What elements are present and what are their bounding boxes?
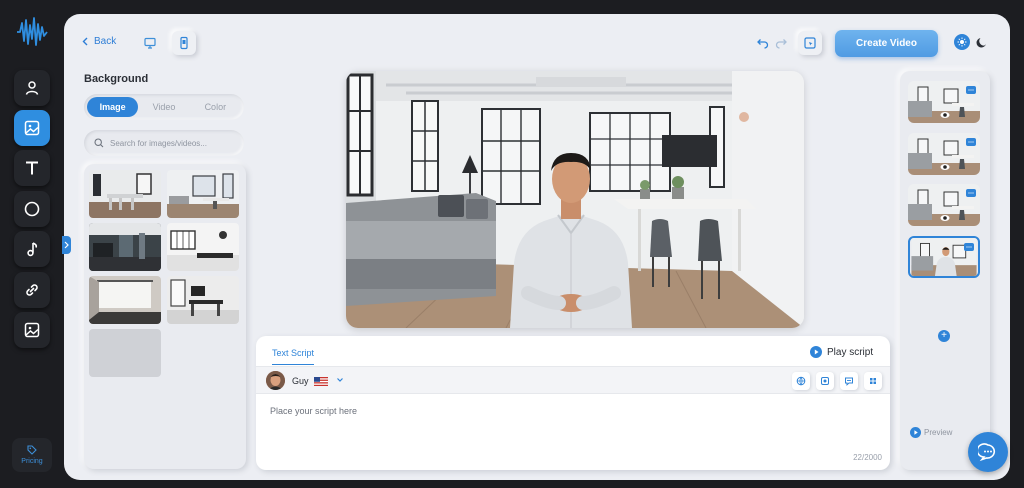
tab-color[interactable]: Color bbox=[190, 97, 241, 117]
phone-icon bbox=[180, 36, 188, 50]
preview-label: Preview bbox=[924, 428, 953, 437]
redo-icon bbox=[775, 39, 787, 49]
tab-text-script[interactable]: Text Script bbox=[272, 348, 315, 365]
avatar-tool-button[interactable] bbox=[14, 70, 50, 106]
settings-icon bbox=[821, 377, 829, 385]
circle-icon bbox=[24, 201, 40, 217]
image-icon bbox=[24, 120, 40, 136]
top-bar: Back Create Video bbox=[64, 14, 1010, 70]
shape-tool-button[interactable] bbox=[14, 191, 50, 227]
subtitles-button[interactable] bbox=[840, 372, 858, 390]
theme-toggle[interactable] bbox=[954, 34, 988, 50]
mobile-view-button[interactable] bbox=[172, 31, 196, 55]
create-video-button[interactable]: Create Video bbox=[835, 30, 938, 57]
eye-icon[interactable] bbox=[940, 163, 950, 171]
scenes-panel: + Preview bbox=[900, 71, 990, 470]
background-thumbnail[interactable] bbox=[89, 223, 161, 271]
scene-menu-icon[interactable] bbox=[966, 189, 976, 197]
scene-thumbnail-1[interactable] bbox=[908, 81, 980, 123]
eye-icon[interactable] bbox=[940, 214, 950, 222]
voice-settings-button[interactable] bbox=[816, 372, 834, 390]
chevron-left-icon bbox=[82, 37, 88, 46]
text-tool-button[interactable] bbox=[14, 150, 50, 186]
background-thumbnail[interactable] bbox=[167, 170, 239, 218]
desktop-view-button[interactable] bbox=[138, 31, 162, 55]
play-icon bbox=[810, 346, 822, 358]
add-scene-button[interactable]: + bbox=[938, 330, 950, 342]
grid-icon bbox=[870, 378, 876, 384]
logo-icon bbox=[17, 17, 48, 46]
media-tool-button[interactable] bbox=[14, 312, 50, 348]
eye-icon[interactable] bbox=[940, 111, 950, 119]
scene-menu-icon[interactable] bbox=[966, 138, 976, 146]
character-counter: 22/2000 bbox=[853, 453, 882, 462]
background-gallery bbox=[84, 164, 246, 469]
background-thumbnail[interactable] bbox=[89, 276, 161, 324]
background-thumbnail[interactable] bbox=[167, 276, 239, 324]
presenter-avatar bbox=[510, 153, 632, 328]
scene-menu-icon[interactable] bbox=[966, 86, 976, 94]
link-icon bbox=[26, 284, 38, 296]
picture-icon bbox=[24, 322, 40, 338]
left-rail: Pricing bbox=[0, 0, 64, 488]
tag-icon bbox=[27, 445, 37, 455]
panel-collapse-handle[interactable] bbox=[62, 236, 71, 254]
background-thumbnail[interactable] bbox=[167, 223, 239, 271]
back-button[interactable]: Back bbox=[82, 36, 116, 47]
globe-icon bbox=[796, 376, 806, 386]
text-icon bbox=[26, 161, 38, 175]
search-box bbox=[84, 130, 244, 156]
music-tool-button[interactable] bbox=[14, 231, 50, 267]
background-thumbnail-placeholder bbox=[89, 329, 161, 377]
script-textarea[interactable] bbox=[270, 406, 870, 452]
music-note-icon bbox=[27, 242, 38, 257]
voice-avatar[interactable] bbox=[266, 371, 285, 390]
search-input[interactable] bbox=[110, 138, 230, 148]
preview-screen-button[interactable] bbox=[798, 31, 822, 55]
link-tool-button[interactable] bbox=[14, 272, 50, 308]
redo-button[interactable] bbox=[769, 31, 793, 55]
search-icon bbox=[94, 138, 104, 148]
play-script-button[interactable]: Play script bbox=[810, 346, 873, 358]
tab-video[interactable]: Video bbox=[138, 97, 189, 117]
script-options-button[interactable] bbox=[864, 372, 882, 390]
background-thumbnail[interactable] bbox=[89, 170, 161, 218]
undo-icon bbox=[757, 39, 769, 49]
play-script-label: Play script bbox=[827, 346, 874, 358]
scene-thumbnail-2[interactable] bbox=[908, 133, 980, 175]
scene-thumbnail-4-selected[interactable] bbox=[908, 236, 980, 278]
scene-thumbnail-3[interactable] bbox=[908, 184, 980, 226]
chat-support-button[interactable] bbox=[968, 432, 1008, 472]
caption-icon bbox=[845, 377, 853, 386]
voice-name: Guy bbox=[292, 376, 309, 386]
voice-dropdown-chevron-icon[interactable] bbox=[336, 376, 344, 384]
pricing-label: Pricing bbox=[21, 458, 43, 465]
moon-icon[interactable] bbox=[976, 36, 988, 48]
script-panel: Text Script Play script Guy Place your s… bbox=[256, 336, 890, 470]
monitor-icon bbox=[144, 37, 156, 49]
sun-icon[interactable] bbox=[954, 34, 970, 50]
chat-bubble-icon bbox=[978, 443, 996, 462]
us-flag-icon bbox=[314, 377, 328, 386]
background-panel-title: Background bbox=[84, 73, 149, 85]
screen-cursor-icon bbox=[804, 37, 816, 49]
background-type-tabs: Image Video Color bbox=[84, 94, 244, 120]
pricing-button[interactable]: Pricing bbox=[12, 438, 52, 472]
preview-button[interactable]: Preview bbox=[910, 427, 952, 438]
editor-panel: Back Create Video Background Image Video bbox=[62, 14, 1010, 480]
chevron-right-icon bbox=[64, 241, 69, 249]
video-preview-canvas[interactable] bbox=[346, 71, 804, 328]
tab-image[interactable]: Image bbox=[87, 97, 139, 117]
language-button[interactable] bbox=[792, 372, 810, 390]
scene-menu-icon[interactable] bbox=[964, 243, 974, 251]
back-label: Back bbox=[94, 36, 117, 47]
background-tool-button[interactable] bbox=[14, 110, 50, 146]
person-icon bbox=[25, 81, 39, 95]
voice-toolbar: Guy bbox=[256, 366, 890, 394]
play-circle-icon bbox=[910, 427, 921, 438]
